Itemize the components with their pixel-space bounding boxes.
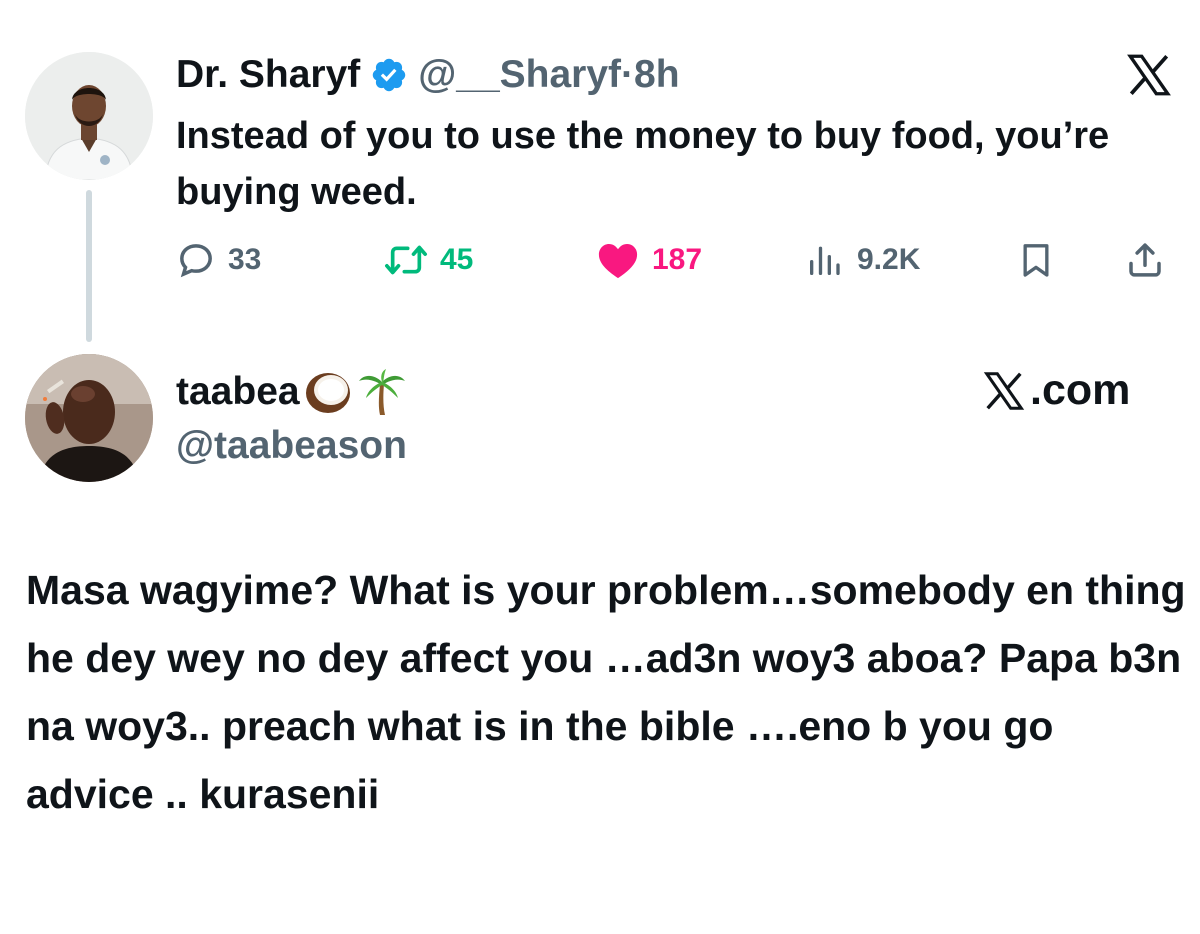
bookmark-icon [1023, 244, 1049, 277]
avatar-dr-sharyf[interactable] [25, 52, 153, 180]
avatar-taabea[interactable] [25, 354, 153, 482]
view-count: 9.2K [857, 243, 921, 276]
person-avatar-icon [25, 52, 153, 180]
reply-author-handle[interactable]: @taabeason [176, 424, 407, 468]
source-label[interactable]: .com [980, 366, 1130, 415]
x-logo-icon[interactable] [1124, 50, 1174, 100]
reply-count: 33 [228, 243, 262, 276]
views-button[interactable]: 9.2K [805, 238, 920, 282]
reply-text: Masa wagyime? What is your problem…someb… [26, 567, 1186, 817]
repost-count: 45 [440, 243, 474, 276]
reply-author-name-text: taabea [176, 370, 300, 413]
coconut-icon [305, 373, 350, 413]
author-name[interactable]: Dr. Sharyf [176, 53, 360, 97]
meta-separator: · [621, 53, 635, 96]
like-count: 187 [652, 243, 703, 276]
reply-button[interactable]: 33 [176, 238, 261, 282]
repost-button[interactable]: 45 [384, 238, 473, 282]
speech-bubble-icon [180, 244, 212, 278]
share-upload-icon [1129, 243, 1161, 277]
tweet-time[interactable]: 8h [634, 53, 680, 96]
like-button[interactable]: 187 [596, 238, 702, 282]
thread-connector-line [86, 190, 92, 342]
x-logo-icon [983, 371, 1025, 410]
person-avatar-icon [25, 354, 153, 482]
bar-chart-icon [810, 246, 840, 275]
verified-badge-icon [373, 58, 406, 92]
source-label-text: .com [1030, 366, 1131, 414]
repost-arrows-icon [385, 245, 427, 275]
reply-author-name[interactable]: taabea [176, 368, 408, 416]
bookmark-button[interactable] [1016, 238, 1056, 282]
author-handle[interactable]: @__Sharyf [418, 53, 621, 96]
tweet-header: Dr. Sharyf @__Sharyf·8h [176, 50, 680, 100]
tweet-text: Instead of you to use the money to buy f… [176, 115, 1110, 213]
share-button[interactable] [1124, 238, 1166, 282]
palm-tree-icon [358, 369, 405, 415]
heart-icon [598, 244, 638, 279]
